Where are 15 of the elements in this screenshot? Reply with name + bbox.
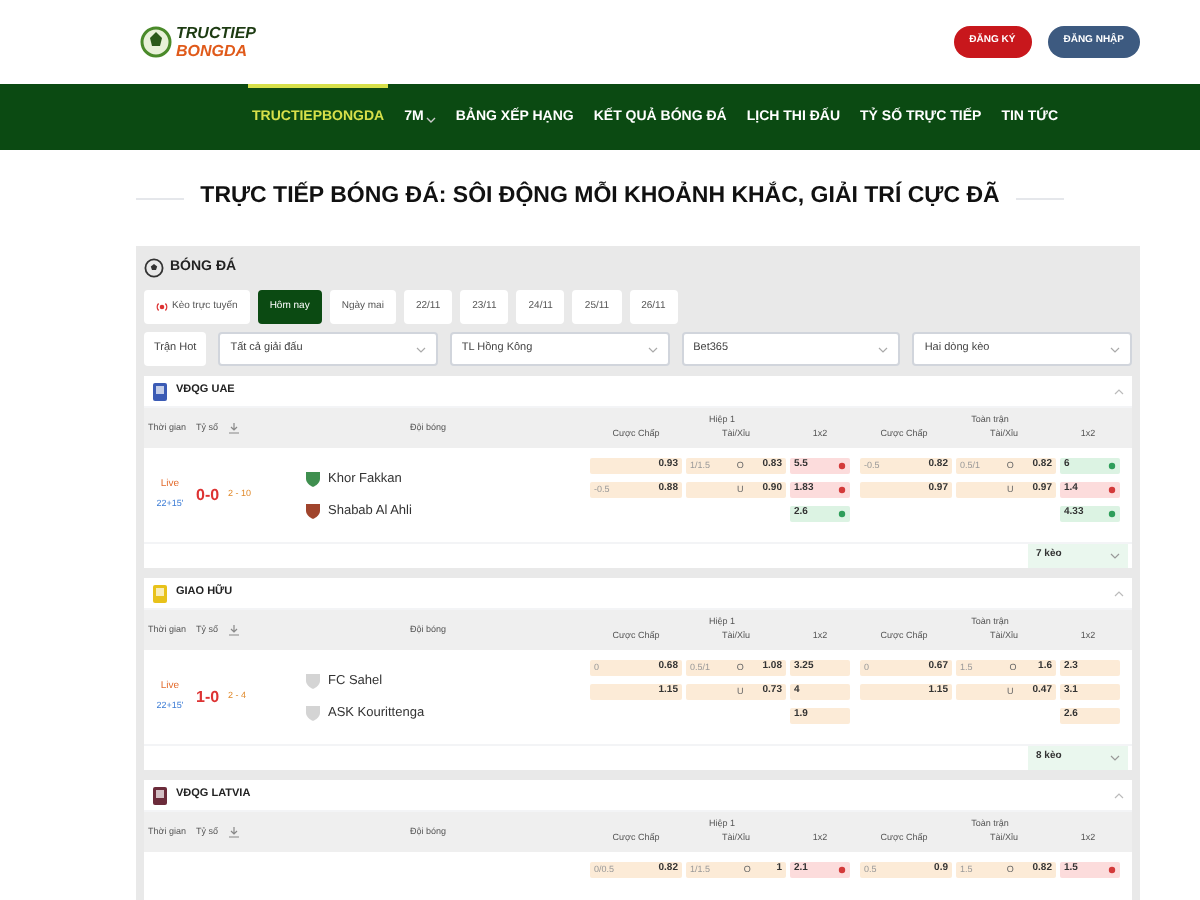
chevron-down-icon <box>647 345 658 353</box>
chevron-down-icon <box>878 345 889 353</box>
chevron-down-icon <box>1110 754 1120 762</box>
match-score: 0-0 <box>196 483 222 507</box>
logo-text: TRUCTIEP <box>176 24 256 42</box>
download-icon <box>228 826 240 838</box>
logo-text: BONGDA <box>176 42 250 60</box>
page-title: TRỰC TIẾP BÓNG ĐÁ: SÔI ĐỘNG MỖI KHOẢNH KHẮC, GIẢI TRÍ CỰC ĐÃ <box>200 180 1000 213</box>
chevron-down-icon <box>1110 552 1120 560</box>
download-icon <box>228 624 240 636</box>
chevron-down-icon <box>1110 345 1121 353</box>
chevron-down-icon <box>415 345 426 353</box>
download-icon <box>228 422 240 434</box>
soccer-ball-icon <box>144 258 164 278</box>
match-score: 1-0 <box>196 685 222 709</box>
